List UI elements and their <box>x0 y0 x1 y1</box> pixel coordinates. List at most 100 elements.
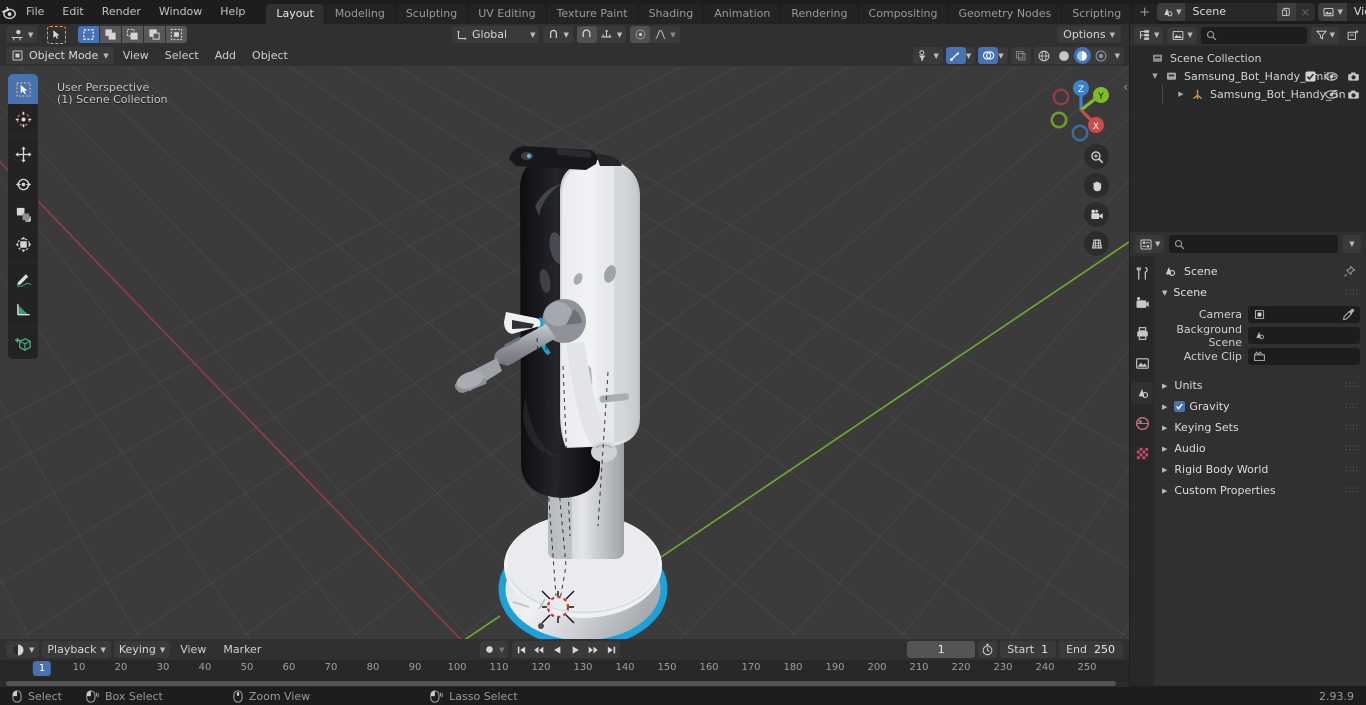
shading-wireframe-icon[interactable] <box>1034 47 1054 64</box>
chevron-right-icon[interactable]: ▶ <box>1162 403 1167 411</box>
tab-layout[interactable]: Layout <box>266 4 324 24</box>
view-layer-icon[interactable]: ▼ <box>1318 3 1347 21</box>
jump-to-start-icon[interactable] <box>512 641 530 658</box>
3d-viewport[interactable]: User Perspective (1) Scene Collection ‹ … <box>0 66 1129 639</box>
properties-tab-tool[interactable] <box>1131 262 1153 284</box>
view-layer-datablock[interactable]: ▼ View Layer <box>1318 3 1366 21</box>
cursor-tool-icon[interactable] <box>8 104 38 134</box>
record-icon[interactable] <box>480 641 499 658</box>
timeline-horizontal-scrollbar[interactable] <box>6 681 1116 686</box>
properties-tab-texture[interactable] <box>1131 442 1153 464</box>
magnet-icon[interactable] <box>576 26 597 43</box>
add-workspace-button[interactable]: + <box>1132 4 1158 24</box>
transform-orientation-dropdown[interactable]: Global ▼ <box>452 26 540 43</box>
tab-shading[interactable]: Shading <box>638 4 704 24</box>
smooth-falloff-icon[interactable] <box>650 26 670 43</box>
expand-toggle-right-icon[interactable]: ▶ <box>1174 90 1188 98</box>
add-cube-tool-icon[interactable] <box>8 329 38 359</box>
properties-tab-world[interactable] <box>1131 412 1153 434</box>
camera-icon[interactable] <box>1347 89 1360 100</box>
properties-tab-render[interactable] <box>1131 292 1153 314</box>
menu-help[interactable]: Help <box>211 3 254 21</box>
menu-render[interactable]: Render <box>93 3 150 21</box>
current-frame-input[interactable]: 1 <box>907 641 976 658</box>
properties-tab-scene[interactable] <box>1131 382 1153 404</box>
outliner-row-samsung-bot-handy-sn[interactable]: ▶ Samsung_Bot_Handy_Sn <box>1130 85 1366 103</box>
jump-to-end-icon[interactable] <box>602 641 620 658</box>
outliner-display-mode-dropdown[interactable]: ▼ <box>1134 26 1164 44</box>
chevron-right-icon[interactable]: ▶ <box>1162 445 1167 453</box>
tab-sculpting[interactable]: Sculpting <box>395 4 468 24</box>
tab-animation[interactable]: Animation <box>704 4 781 24</box>
select-subtract-icon[interactable] <box>122 26 144 43</box>
scene-name[interactable]: Scene <box>1185 3 1278 21</box>
snap-increment-icon[interactable] <box>597 26 617 43</box>
editor-type-selector[interactable]: ▼ <box>6 26 38 43</box>
playhead[interactable]: 1 <box>32 661 52 676</box>
viewport-menu-view[interactable]: View <box>116 47 156 64</box>
viewport-menu-add[interactable]: Add <box>208 47 243 64</box>
tab-compositing[interactable]: Compositing <box>858 4 948 24</box>
options-dropdown[interactable]: Options ▼ <box>1057 26 1121 43</box>
properties-panel-scene[interactable]: ▼ Scene ∷∷ <box>1154 282 1366 303</box>
select-extend-icon[interactable] <box>100 26 122 43</box>
properties-tab-output[interactable] <box>1131 322 1153 344</box>
properties-panel-audio[interactable]: ▶ Audio ∷∷ <box>1154 438 1366 459</box>
properties-options-chevron-down-icon[interactable]: ▼ <box>1343 235 1361 253</box>
chevron-right-icon[interactable]: ▶ <box>1162 382 1167 390</box>
chevron-down-icon[interactable]: ▼ <box>1162 289 1167 297</box>
jump-to-prev-keyframe-icon[interactable] <box>530 641 548 658</box>
toggle-perspective-icon[interactable] <box>1084 231 1109 256</box>
object-mode-dropdown[interactable]: Object Mode ▼ <box>6 47 114 64</box>
tab-geometry-nodes[interactable]: Geometry Nodes <box>948 4 1062 24</box>
scene-icon[interactable]: ▼ <box>1157 3 1186 21</box>
properties-panel-gravity[interactable]: ▶ Gravity ∷∷ <box>1154 396 1366 417</box>
gizmo-icon[interactable] <box>945 47 966 64</box>
active-clip-input[interactable] <box>1248 348 1360 365</box>
navigation-gizmo[interactable]: Z Y X <box>1045 74 1117 146</box>
properties-editor[interactable]: ▼ ▼ Scene ▼ Scene ∷∷ Camera Background S… <box>1130 232 1366 686</box>
timeline-ruler[interactable]: 1 10 20 30 40 50 60 70 80 90 100 110 120… <box>0 660 1129 682</box>
eye-icon[interactable] <box>1325 89 1338 100</box>
expand-toggle-down-icon[interactable]: ▼ <box>1148 72 1162 80</box>
shading-solid-icon[interactable] <box>1054 47 1074 64</box>
pan-hand-icon[interactable] <box>1084 173 1109 198</box>
xray-toggle-icon[interactable] <box>1010 47 1031 64</box>
viewport-menu-object[interactable]: Object <box>245 47 295 64</box>
new-scene-icon[interactable] <box>1277 3 1297 21</box>
annotate-tool-icon[interactable] <box>8 264 38 294</box>
chevron-right-icon[interactable]: ▶ <box>1162 424 1167 432</box>
menu-file[interactable]: File <box>17 3 53 21</box>
zoom-icon[interactable] <box>1084 144 1109 169</box>
properties-tab-view-layer[interactable] <box>1131 352 1153 374</box>
tab-scripting[interactable]: Scripting <box>1062 4 1132 24</box>
shading-rendered-icon[interactable] <box>1091 47 1111 64</box>
frame-start-input[interactable]: Start 1 <box>1000 641 1057 658</box>
properties-panel-rigid-body-world[interactable]: ▶ Rigid Body World ∷∷ <box>1154 459 1366 480</box>
timeline-menu-view[interactable]: View <box>173 641 213 658</box>
timeline-playback-dropdown[interactable]: Playback ▼ <box>42 641 111 658</box>
tweak-tool-icon[interactable] <box>8 74 38 104</box>
properties-panel-keying-sets[interactable]: ▶ Keying Sets ∷∷ <box>1154 417 1366 438</box>
background-scene-input[interactable] <box>1248 327 1360 344</box>
gravity-checkbox[interactable] <box>1174 401 1186 412</box>
shading-material-preview-icon[interactable] <box>1073 47 1091 64</box>
collection-checkbox[interactable] <box>1305 70 1316 82</box>
transform-tool-icon[interactable] <box>8 229 38 259</box>
tab-texture-paint[interactable]: Texture Paint <box>546 4 638 24</box>
properties-panel-units[interactable]: ▶ Units ∷∷ <box>1154 375 1366 396</box>
frame-end-input[interactable]: End 250 <box>1059 641 1123 658</box>
overlays-icon[interactable] <box>978 47 999 64</box>
sidebar-collapse-icon[interactable]: ‹ <box>1123 80 1128 94</box>
select-invert-icon[interactable] <box>144 26 166 43</box>
outliner-row-samsung-bot-handy-smile[interactable]: ▼ Samsung_Bot_Handy_Smile <box>1130 67 1366 85</box>
scale-tool-icon[interactable] <box>8 199 38 229</box>
tab-modeling[interactable]: Modeling <box>324 4 395 24</box>
properties-panel-custom-properties[interactable]: ▶ Custom Properties ∷∷ <box>1154 480 1366 501</box>
tab-uv-editing[interactable]: UV Editing <box>468 4 546 24</box>
camera-icon[interactable] <box>1084 202 1109 227</box>
viewport-menu-select[interactable]: Select <box>158 47 206 64</box>
outliner-filter-dropdown[interactable]: ▼ <box>1310 26 1339 44</box>
timeline-menu-marker[interactable]: Marker <box>216 641 268 658</box>
rotate-tool-icon[interactable] <box>8 169 38 199</box>
